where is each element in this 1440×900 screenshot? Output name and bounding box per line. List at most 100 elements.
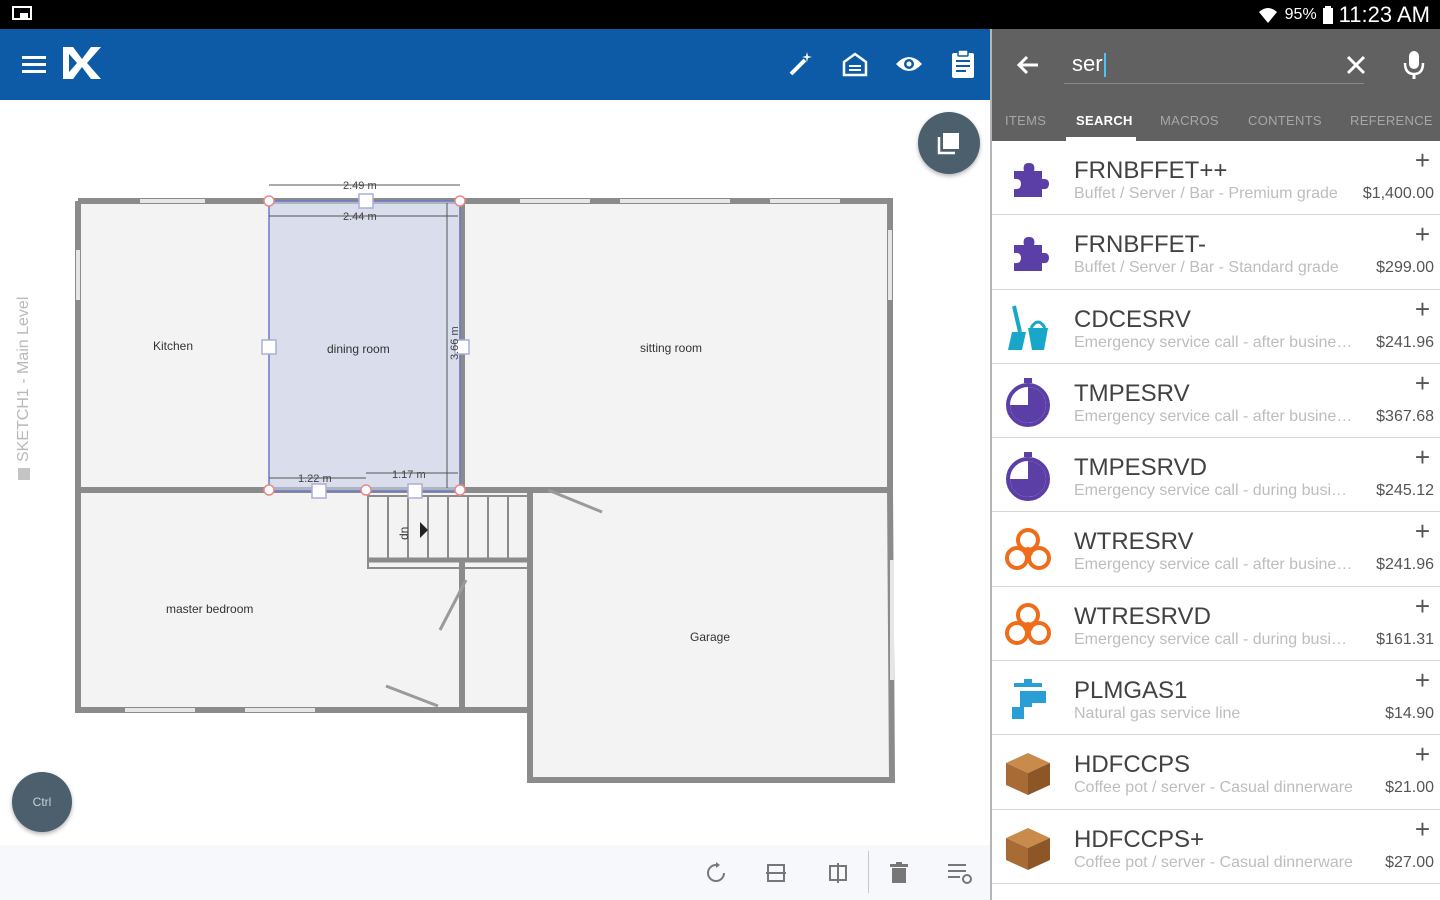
puzzle-icon bbox=[1014, 163, 1049, 197]
status-bar: 95% 11:23 AM bbox=[0, 0, 1440, 29]
faucet-icon bbox=[1012, 679, 1046, 720]
item-description: Coffee pot / server - Casual dinnerware bbox=[1074, 779, 1353, 797]
list-item[interactable]: CDCESRV Emergency service call - after b… bbox=[992, 289, 1440, 364]
add-item-button[interactable]: + bbox=[1415, 591, 1430, 622]
stairs-label: dn bbox=[397, 527, 411, 540]
item-code: TMPESRV bbox=[1074, 379, 1190, 407]
item-description: Natural gas service line bbox=[1074, 705, 1241, 723]
clipboard-icon[interactable] bbox=[946, 47, 980, 81]
item-price: $14.90 bbox=[1385, 705, 1434, 723]
item-price: $241.96 bbox=[1376, 333, 1434, 351]
magic-wand-icon[interactable] bbox=[784, 47, 818, 81]
list-item[interactable]: HDFCCPS+ Coffee pot / server - Casual di… bbox=[992, 809, 1440, 884]
room-master-bedroom[interactable]: master bedroom bbox=[166, 602, 253, 616]
eye-icon[interactable] bbox=[892, 47, 926, 81]
battery-icon bbox=[1322, 6, 1333, 24]
list-item[interactable]: TMPESRVD Emergency service call - during… bbox=[992, 438, 1440, 513]
cleaning-icon bbox=[1008, 305, 1048, 350]
item-code: FRNBFFET++ bbox=[1074, 157, 1228, 184]
add-item-button[interactable]: + bbox=[1415, 219, 1430, 250]
tab-contents[interactable]: CONTENTS bbox=[1248, 113, 1322, 128]
layers-button[interactable] bbox=[918, 112, 980, 174]
list-item[interactable]: FRNBFFET- Buffet / Server / Bar - Standa… bbox=[992, 215, 1440, 290]
battery-percent: 95% bbox=[1284, 6, 1317, 23]
search-results-list: FRNBFFET++ Buffet / Server / Bar - Premi… bbox=[992, 141, 1440, 884]
wifi-icon bbox=[1258, 8, 1277, 23]
list-item[interactable]: HDFCCPS Coffee pot / server - Casual din… bbox=[992, 735, 1440, 810]
search-input[interactable]: ser bbox=[1072, 51, 1106, 78]
screen-mirror-icon bbox=[12, 6, 32, 20]
item-price: $21.00 bbox=[1385, 779, 1434, 797]
list-item[interactable]: WTRESRV Emergency service call - after b… bbox=[992, 512, 1440, 587]
stopwatch-icon bbox=[1006, 452, 1050, 502]
microphone-icon[interactable] bbox=[1400, 49, 1428, 81]
clock: 11:23 AM bbox=[1338, 2, 1430, 27]
home-icon[interactable] bbox=[838, 47, 872, 81]
search-bar: ser bbox=[992, 29, 1440, 100]
item-price: $161.31 bbox=[1376, 630, 1434, 648]
add-item-button[interactable]: + bbox=[1415, 814, 1430, 845]
list-item[interactable]: FRNBFFET++ Buffet / Server / Bar - Premi… bbox=[992, 141, 1440, 216]
item-code: PLMGAS1 bbox=[1074, 677, 1188, 705]
puzzle-icon bbox=[1014, 237, 1049, 272]
dim-top-inner: 2.44 m bbox=[343, 211, 377, 223]
tab-items[interactable]: ITEMS bbox=[1005, 113, 1046, 128]
add-item-button[interactable]: + bbox=[1415, 516, 1430, 547]
status-right: 95% 11:23 AM bbox=[1257, 2, 1430, 28]
list-item[interactable]: TMPESRV Emergency service call - after b… bbox=[992, 363, 1440, 439]
app-logo-icon bbox=[60, 43, 104, 83]
search-underline bbox=[1064, 83, 1364, 84]
close-icon[interactable] bbox=[1342, 51, 1370, 79]
item-code: WTRESRVD bbox=[1074, 602, 1211, 630]
flip-horizontal-icon[interactable] bbox=[762, 859, 790, 887]
menu-icon[interactable] bbox=[18, 47, 52, 81]
add-item-button[interactable]: + bbox=[1415, 442, 1430, 473]
dim-right: 3.66 m bbox=[449, 326, 461, 360]
add-item-button[interactable]: + bbox=[1415, 368, 1430, 399]
add-item-button[interactable]: + bbox=[1415, 739, 1430, 770]
room-garage[interactable]: Garage bbox=[690, 630, 730, 644]
item-price: $1,400.00 bbox=[1362, 185, 1434, 202]
item-code: WTRESRV bbox=[1074, 528, 1194, 556]
item-description: Buffet / Server / Bar - Premium grade bbox=[1074, 185, 1338, 202]
list-item[interactable]: WTRESRVD Emergency service call - during… bbox=[992, 586, 1440, 662]
item-description: Buffet / Server / Bar - Standard grade bbox=[1074, 259, 1339, 277]
add-item-button[interactable]: + bbox=[1415, 294, 1430, 325]
panel-tabs: ITEMS SEARCH MACROS CONTENTS REFERENCE bbox=[992, 100, 1440, 141]
item-description: Emergency service call - after business … bbox=[1074, 333, 1354, 351]
ctrl-button[interactable]: Ctrl bbox=[12, 772, 72, 832]
biohazard-icon bbox=[1005, 602, 1051, 645]
tab-search[interactable]: SEARCH bbox=[1076, 113, 1133, 128]
item-code: CDCESRV bbox=[1074, 305, 1191, 333]
box-icon bbox=[1006, 753, 1050, 796]
add-item-button[interactable]: + bbox=[1415, 145, 1430, 176]
item-description: Emergency service call - after business … bbox=[1074, 407, 1354, 425]
item-description: Emergency service call - during business… bbox=[1074, 630, 1354, 648]
flip-vertical-icon[interactable] bbox=[824, 859, 852, 887]
rotate-icon[interactable] bbox=[702, 859, 730, 887]
item-code: TMPESRVD bbox=[1074, 454, 1207, 482]
dim-bottom-right: 1.17 m bbox=[392, 469, 426, 481]
item-description: Coffee pot / server - Casual dinnerware bbox=[1074, 853, 1353, 871]
item-description: Emergency service call - after business … bbox=[1074, 556, 1354, 574]
sketch-canvas[interactable]: SKETCH1 - Main Level dn 2.49 m 2.44 m 3.… bbox=[0, 100, 990, 900]
list-settings-icon[interactable] bbox=[946, 859, 974, 887]
room-dining[interactable]: dining room bbox=[327, 342, 390, 356]
tab-reference[interactable]: REFERENCE bbox=[1350, 113, 1433, 128]
stopwatch-icon bbox=[1006, 377, 1050, 427]
item-code: HDFCCPS bbox=[1074, 751, 1191, 779]
floor-plan[interactable]: dn 2.49 m 2.44 m 3.66 m 1.22 m 1.17 m Ki… bbox=[0, 100, 990, 845]
list-item[interactable]: PLMGAS1 Natural gas service line $14.90 … bbox=[992, 661, 1440, 736]
sketch-bottom-toolbar bbox=[0, 845, 990, 900]
item-search-panel: ser ITEMS SEARCH MACROS CONTENTS REFEREN… bbox=[990, 29, 1440, 900]
tab-macros[interactable]: MACROS bbox=[1160, 113, 1219, 128]
back-arrow-icon[interactable] bbox=[1012, 49, 1044, 81]
item-price: $367.68 bbox=[1376, 407, 1434, 425]
room-kitchen[interactable]: Kitchen bbox=[153, 339, 193, 353]
item-description: Emergency service call - during business… bbox=[1074, 482, 1354, 500]
box-icon bbox=[1006, 827, 1050, 870]
delete-icon[interactable] bbox=[885, 859, 913, 887]
item-price: $27.00 bbox=[1385, 853, 1434, 871]
add-item-button[interactable]: + bbox=[1415, 665, 1430, 696]
room-sitting[interactable]: sitting room bbox=[640, 341, 702, 355]
